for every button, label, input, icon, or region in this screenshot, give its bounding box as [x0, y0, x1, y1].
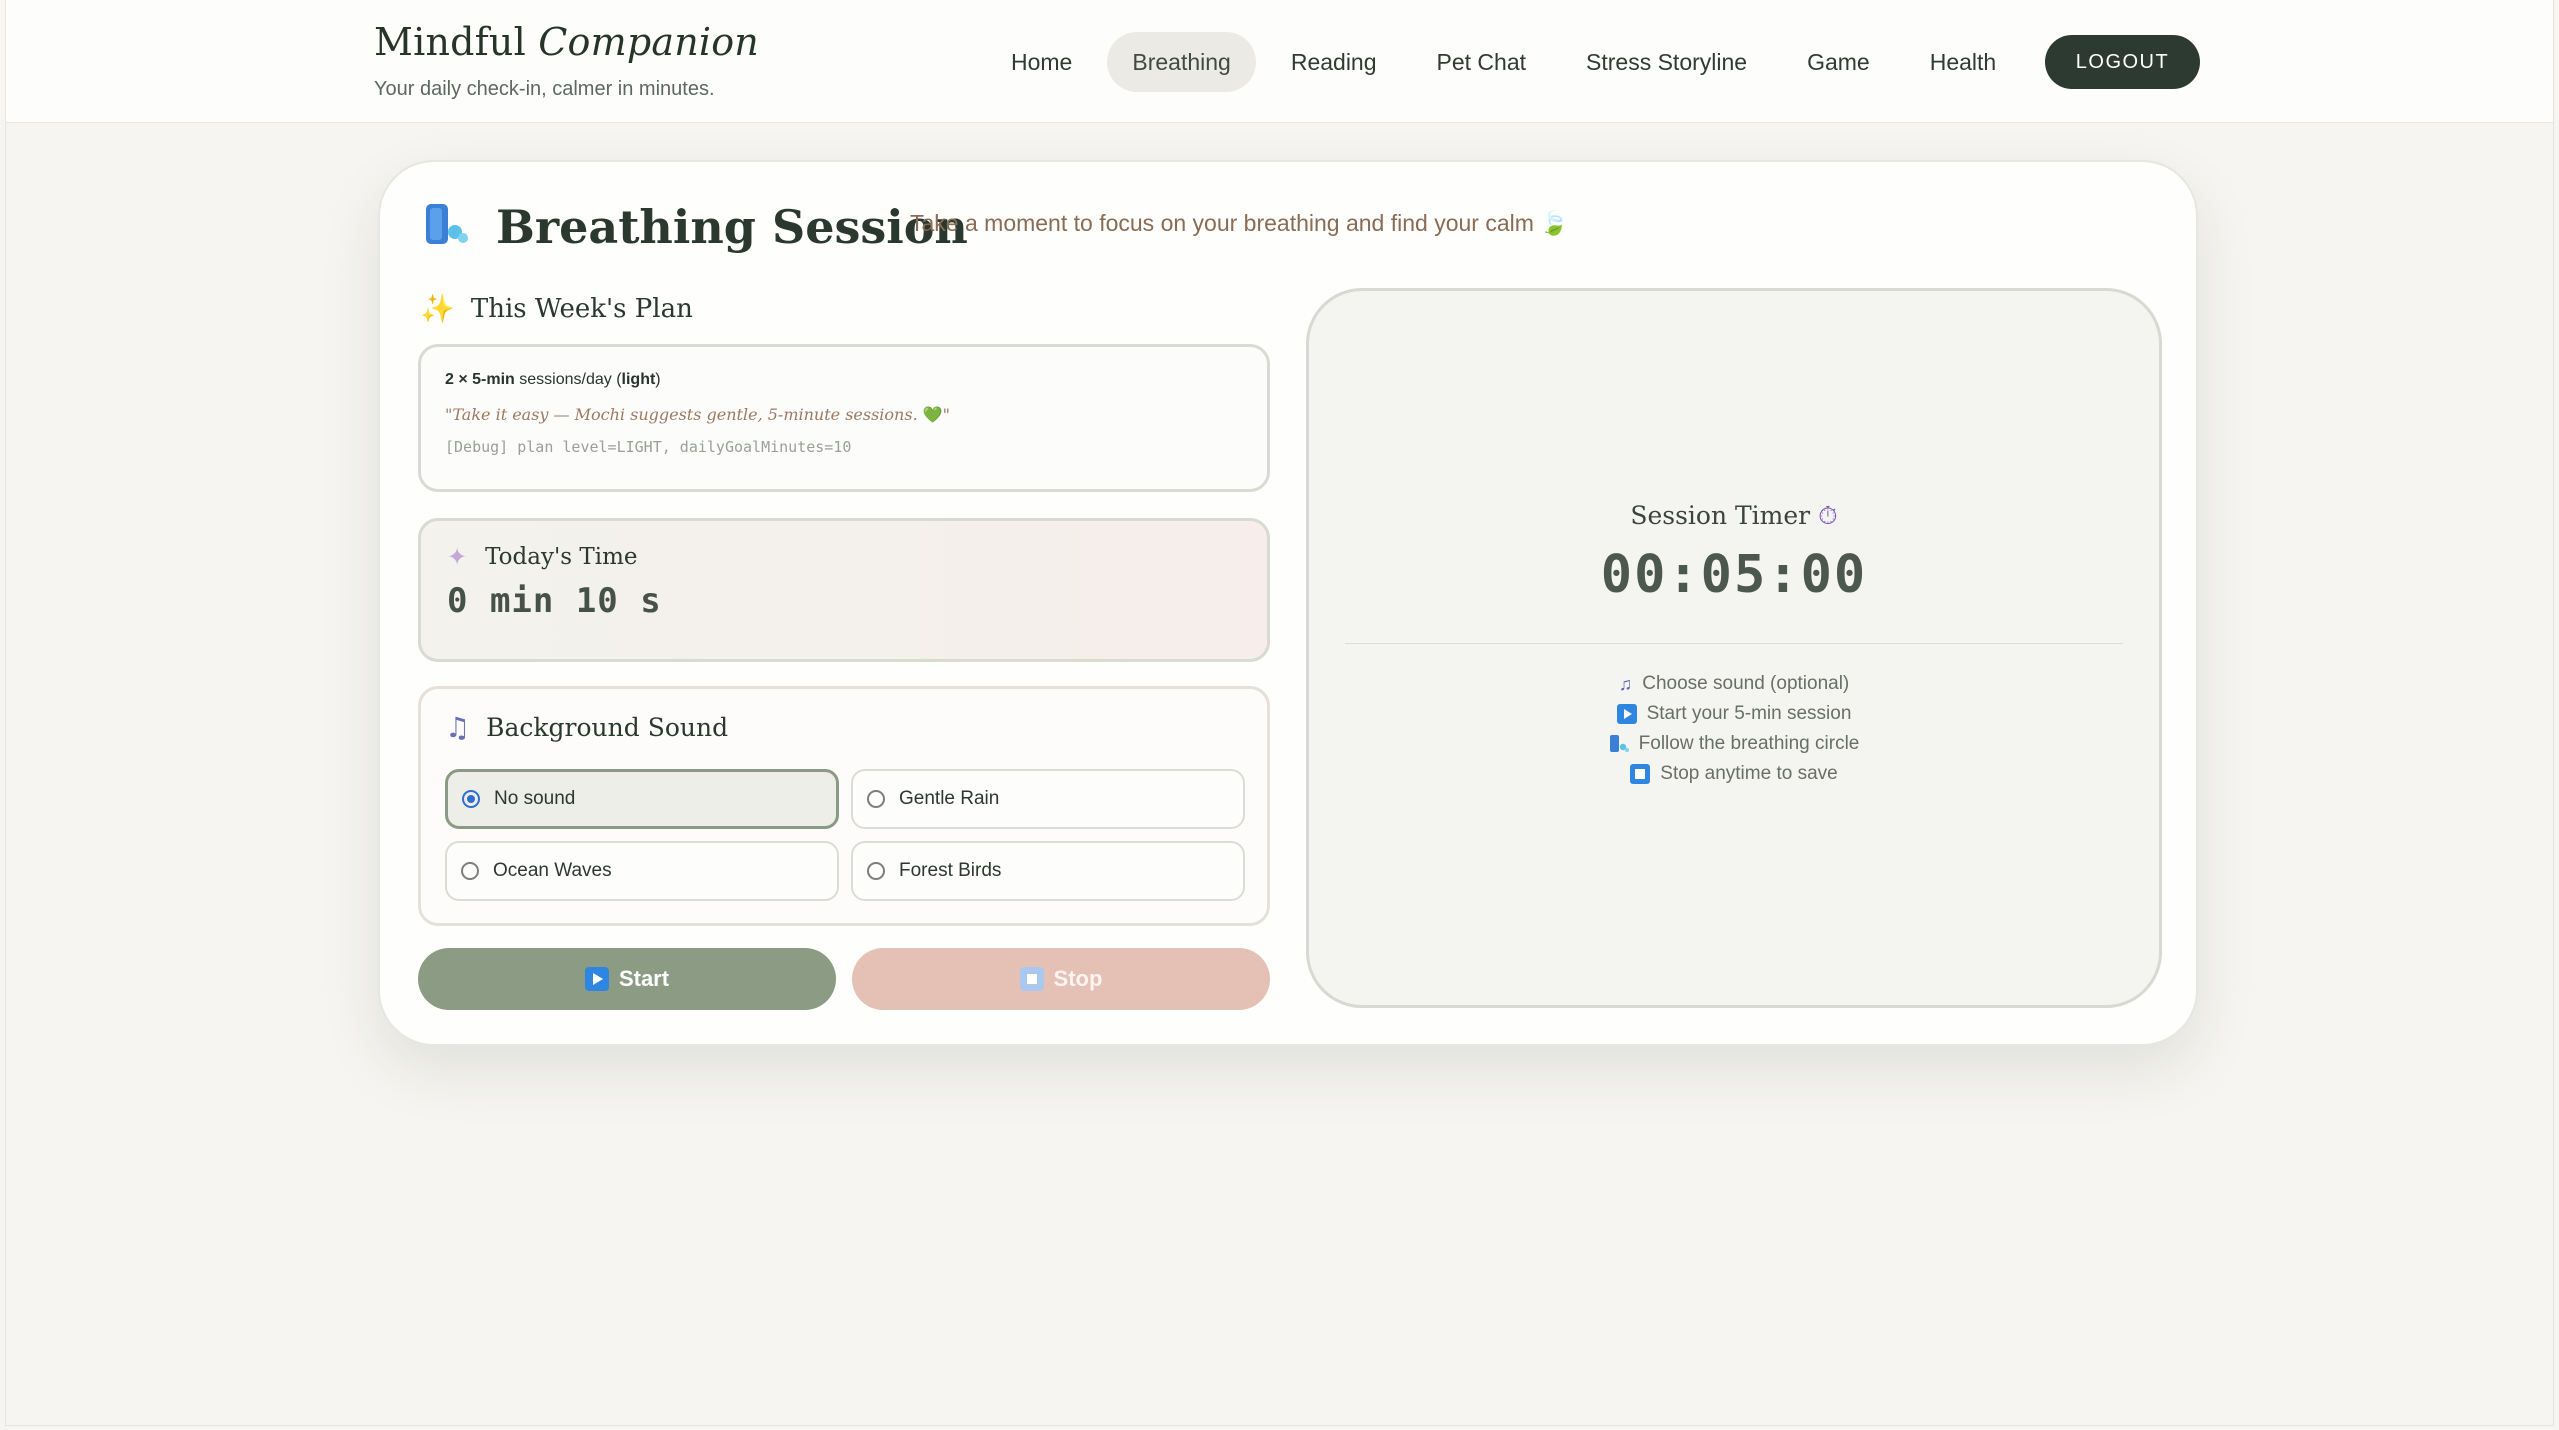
session-timer-panel: Session Timer ⏱ 00:05:00 ♫ Choose sound (…	[1306, 288, 2162, 1008]
radio[interactable]	[867, 790, 885, 808]
nav-home[interactable]: Home	[986, 32, 1097, 92]
nav-breathing[interactable]: Breathing	[1107, 32, 1256, 92]
breathing-icon	[1609, 735, 1629, 752]
stop-icon	[1019, 967, 1044, 991]
music-icon: ♫	[1618, 673, 1633, 694]
stopwatch-icon: ⏱	[1818, 501, 1838, 530]
brand-title: Mindful Companion	[374, 20, 759, 64]
background-sound-heading: ♫ Background Sound	[445, 711, 729, 744]
todays-time-box: ✦ Today's Time 0 min 10 s	[418, 518, 1270, 662]
breathing-face-icon	[426, 204, 468, 244]
stop-button[interactable]: Stop	[852, 948, 1270, 1010]
main-nav: Home Breathing Reading Pet Chat Stress S…	[986, 32, 2031, 92]
brand[interactable]: Mindful Companion Your daily check-in, c…	[374, 20, 759, 101]
weekly-plan-heading: ✨ This Week's Plan	[420, 292, 693, 325]
instruction-item: Start your 5-min session	[1309, 699, 2159, 729]
nav-game[interactable]: Game	[1782, 32, 1895, 92]
sound-option-no-sound[interactable]: No sound	[445, 769, 839, 829]
plan-summary: 2 × 5-min sessions/day (light)	[445, 371, 661, 388]
sound-option-gentle-rain[interactable]: Gentle Rain	[851, 769, 1245, 829]
page-subtitle: Take a moment to focus on your breathing…	[910, 210, 1569, 236]
instruction-item: Stop anytime to save	[1309, 759, 2159, 789]
page-title: Breathing Session	[496, 200, 968, 254]
app-frame: Mindful Companion Your daily check-in, c…	[5, 0, 2554, 1426]
nav-reading[interactable]: Reading	[1266, 32, 1402, 92]
session-timer-value: 00:05:00	[1600, 545, 1868, 605]
todays-time-heading: ✦ Today's Time	[447, 543, 638, 571]
sparkles-icon: ✨	[420, 292, 455, 325]
start-button[interactable]: Start	[418, 948, 836, 1010]
logout-button[interactable]: LOGOUT	[2045, 35, 2200, 89]
heart-icon: 💚	[922, 405, 943, 424]
nav-stress-storyline[interactable]: Stress Storyline	[1561, 32, 1772, 92]
music-note-icon: ♫	[445, 711, 471, 744]
todays-time-value: 0 min 10 s	[447, 581, 662, 621]
instruction-item: ♫ Choose sound (optional)	[1618, 673, 1850, 694]
weekly-plan-box: 2 × 5-min sessions/day (light) "Take it …	[418, 344, 1270, 492]
radio-selected[interactable]	[462, 790, 480, 808]
session-timer-label: Session Timer ⏱	[1630, 501, 1838, 530]
sound-option-forest-birds[interactable]: Forest Birds	[851, 841, 1245, 901]
plan-debug-info: [Debug] plan level=LIGHT, dailyGoalMinut…	[445, 438, 852, 456]
play-icon	[584, 967, 609, 991]
sound-option-ocean-waves[interactable]: Ocean Waves	[445, 841, 839, 901]
radio[interactable]	[867, 862, 885, 880]
leaf-icon: 🍃	[1539, 210, 1569, 236]
weekly-plan-title: This Week's Plan	[470, 293, 693, 324]
radio[interactable]	[461, 862, 479, 880]
sparkle-icon: ✦	[447, 543, 468, 571]
top-navigation-bar: Mindful Companion Your daily check-in, c…	[6, 0, 2553, 123]
stop-icon	[1630, 764, 1651, 784]
plan-quote: "Take it easy — Mochi suggests gentle, 5…	[445, 405, 951, 424]
play-icon	[1616, 704, 1637, 724]
instruction-item: Follow the breathing circle	[1309, 729, 2159, 759]
timer-divider	[1345, 643, 2123, 644]
breathing-session-card: Breathing Session Take a moment to focus…	[378, 160, 2198, 1046]
brand-tagline: Your daily check-in, calmer in minutes.	[374, 78, 715, 100]
background-sound-box: ♫ Background Sound No sound Gentle Rain …	[418, 686, 1270, 926]
nav-pet-chat[interactable]: Pet Chat	[1412, 32, 1552, 92]
instruction-list: ♫ Choose sound (optional) Start your 5-m…	[1309, 669, 2159, 789]
nav-health[interactable]: Health	[1905, 32, 2021, 92]
